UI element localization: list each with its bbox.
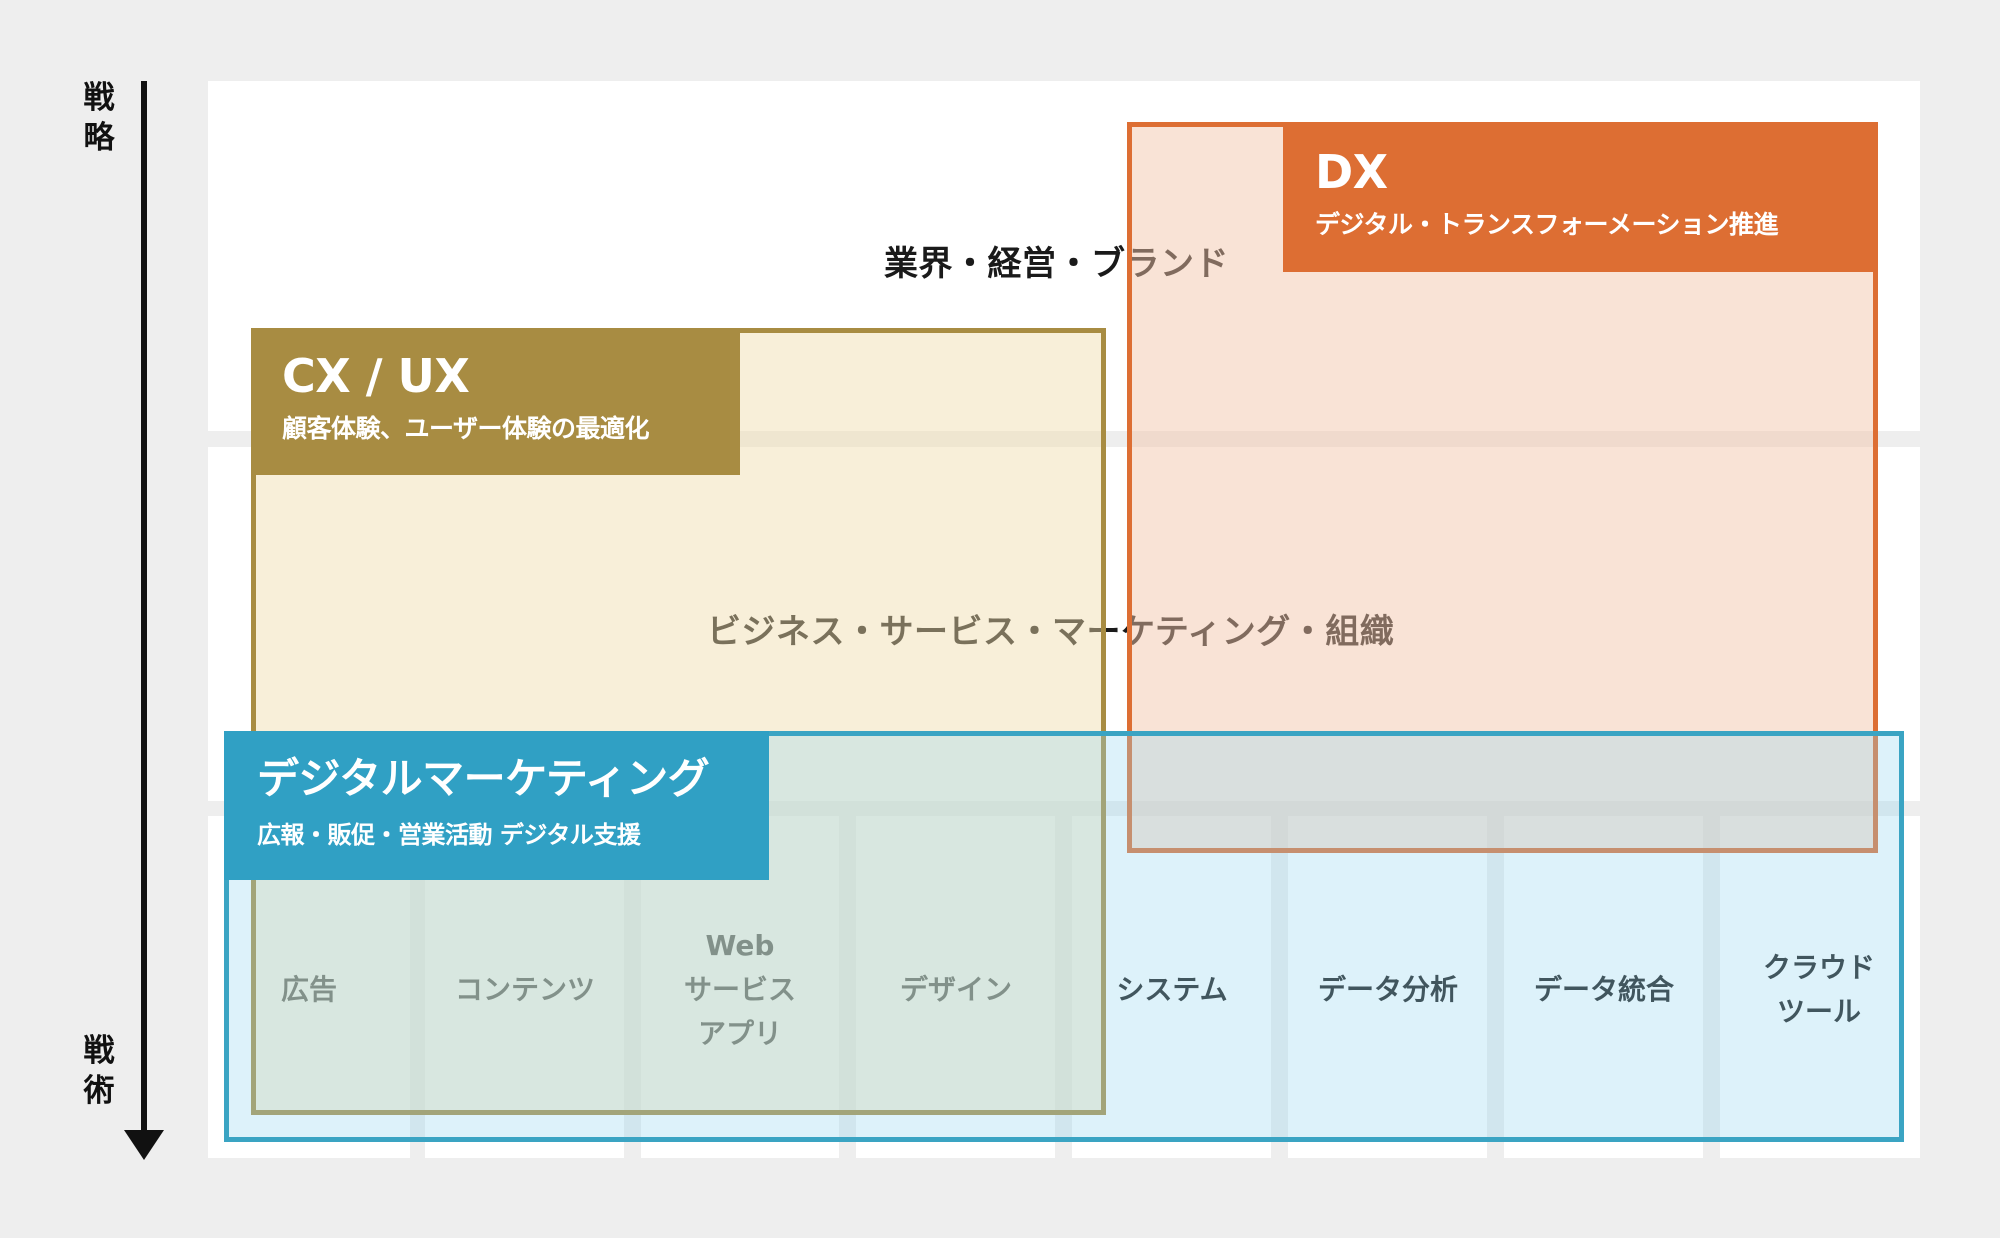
digital-marketing-title: デジタルマーケティング [257, 754, 710, 803]
axis-line [141, 81, 147, 1141]
digital-marketing-tab: デジタルマーケティング 広報・販促・営業活動 デジタル支援 [224, 731, 769, 880]
dx-title: DX [1315, 145, 1388, 199]
axis-top-label: 戦 略 [83, 80, 115, 156]
cx-ux-tab: CX / UX 顧客体験、ユーザー体験の最適化 [251, 328, 740, 475]
cx-ux-subtitle: 顧客体験、ユーザー体験の最適化 [282, 414, 650, 443]
axis-arrow-icon [124, 1130, 164, 1160]
digital-marketing-subtitle: 広報・販促・営業活動 デジタル支援 [257, 821, 641, 849]
cx-ux-title: CX / UX [282, 349, 470, 403]
dx-subtitle: デジタル・トランスフォーメーション推進 [1315, 210, 1779, 239]
axis-bottom-label: 戦 術 [83, 1033, 115, 1109]
dx-tab: DX デジタル・トランスフォーメーション推進 [1283, 122, 1878, 272]
